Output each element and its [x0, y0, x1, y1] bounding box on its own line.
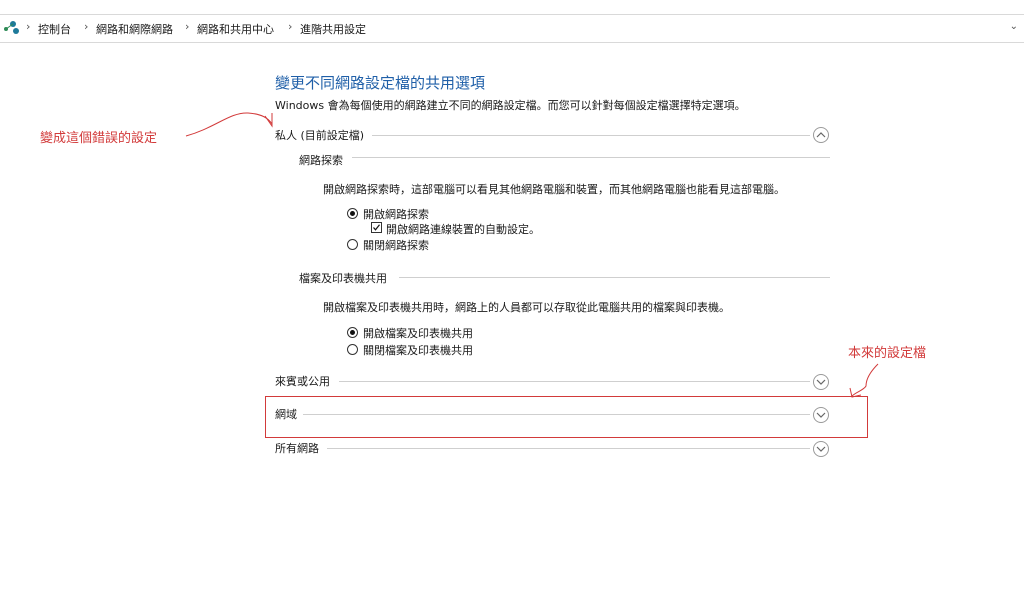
file-sharing-on-label[interactable]: 開啟檔案及印表機共用	[363, 325, 473, 341]
breadcrumb-separator-icon: ›	[288, 20, 293, 33]
divider	[372, 135, 810, 136]
network-discovery-on-label[interactable]: 開啟網路探索	[363, 206, 429, 222]
network-discovery-off-label[interactable]: 關閉網路探索	[363, 237, 429, 253]
checkmark-icon	[373, 224, 380, 231]
breadcrumb-separator-icon: ›	[84, 20, 89, 33]
breadcrumb-network-internet[interactable]: 網路和網際網路	[96, 21, 173, 37]
profile-private-label[interactable]: 私人 (目前設定檔)	[275, 127, 364, 143]
network-discovery-heading: 網路探索	[299, 154, 343, 167]
chevron-up-icon	[816, 132, 826, 138]
annotation-original-profile: 本來的設定檔	[848, 346, 927, 361]
network-icon	[4, 21, 19, 34]
file-sharing-on-radio[interactable]	[347, 327, 358, 338]
address-dropdown-icon[interactable]: ⌄	[1010, 21, 1018, 32]
expand-guest-button[interactable]	[813, 374, 829, 390]
chevron-down-icon	[816, 379, 826, 385]
page-title: 變更不同網路設定檔的共用選項	[275, 74, 486, 92]
network-discovery-description: 開啟網路探索時，這部電腦可以看見其他網路電腦和裝置，而其他網路電腦也能看見這部電…	[323, 183, 785, 196]
annotation-highlight-box	[265, 396, 868, 438]
profile-guest-label[interactable]: 來賓或公用	[275, 373, 330, 389]
divider	[327, 448, 810, 449]
divider	[352, 157, 830, 158]
address-bar[interactable]: › 控制台 › 網路和網際網路 › 網路和共用中心 › 進階共用設定 ⌄	[0, 14, 1024, 43]
breadcrumb-control-panel[interactable]: 控制台	[38, 21, 71, 37]
chevron-down-icon	[816, 446, 826, 452]
profile-all-networks-label[interactable]: 所有網路	[275, 440, 319, 456]
divider	[339, 381, 810, 382]
breadcrumb-separator-icon: ›	[185, 20, 190, 33]
auto-setup-label[interactable]: 開啟網路連線裝置的自動設定。	[386, 221, 540, 237]
breadcrumb-network-sharing-center[interactable]: 網路和共用中心	[197, 21, 274, 37]
file-sharing-heading: 檔案及印表機共用	[299, 272, 387, 285]
page-description: Windows 會為每個使用的網路建立不同的網路設定檔。而您可以針對每個設定檔選…	[275, 99, 746, 112]
collapse-private-button[interactable]	[813, 127, 829, 143]
breadcrumb-advanced-sharing[interactable]: 進階共用設定	[300, 21, 366, 37]
breadcrumb-separator-icon: ›	[26, 20, 31, 33]
annotation-wrong-setting: 變成這個錯誤的設定	[40, 131, 158, 146]
network-discovery-on-radio[interactable]	[347, 208, 358, 219]
auto-setup-checkbox[interactable]	[371, 222, 382, 233]
expand-all-networks-button[interactable]	[813, 441, 829, 457]
divider	[399, 277, 830, 278]
network-discovery-off-radio[interactable]	[347, 239, 358, 250]
file-sharing-off-radio[interactable]	[347, 344, 358, 355]
file-sharing-description: 開啟檔案及印表機共用時，網路上的人員都可以存取從此電腦共用的檔案與印表機。	[323, 301, 730, 314]
file-sharing-off-label[interactable]: 關閉檔案及印表機共用	[363, 342, 473, 358]
annotation-arrows	[185, 112, 879, 398]
